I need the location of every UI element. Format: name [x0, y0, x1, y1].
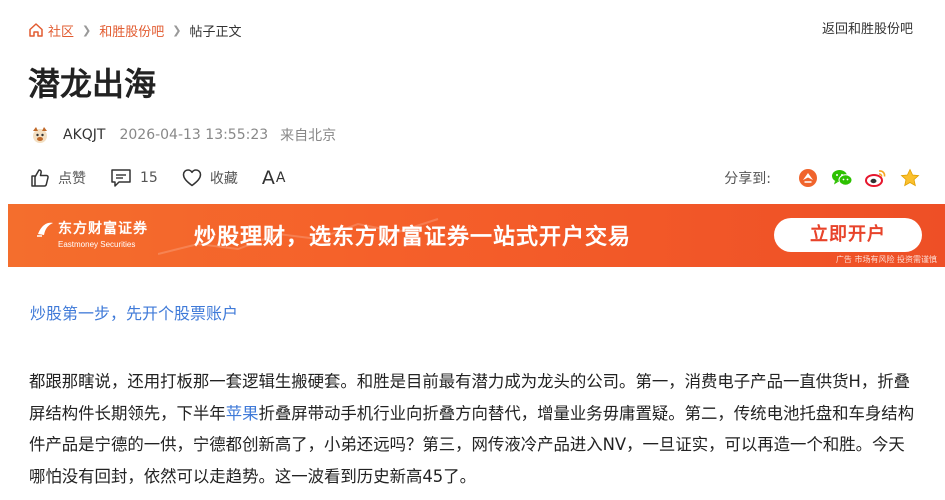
brand-logo: 东方财富证券 Eastmoney Securities [36, 218, 148, 249]
comment-button[interactable]: 15 [110, 168, 158, 188]
like-label: 点赞 [58, 171, 86, 187]
post-meta: AKQJT 2026-04-13 13:55:23 来自北京 [30, 124, 336, 146]
breadcrumb-forum-link[interactable]: 和胜股份吧 [99, 21, 164, 40]
home-icon[interactable] [28, 22, 44, 38]
star-icon [900, 168, 920, 187]
ad-banner[interactable]: 东方财富证券 Eastmoney Securities 炒股理财，选东方财富证券… [8, 204, 945, 267]
eastmoney-logo-icon [37, 222, 53, 237]
share-qzone-button[interactable] [899, 167, 921, 189]
post-title: 潜龙出海 [28, 65, 157, 103]
chevron-right-icon: ❯ [82, 23, 92, 37]
apple-stock-link[interactable]: 苹果 [226, 404, 259, 423]
post-time: 2026-04-13 13:55:23 [119, 127, 269, 143]
back-to-forum-link[interactable]: 返回和胜股份吧 [822, 20, 913, 40]
post-location: 来自北京 [280, 128, 337, 144]
open-account-link[interactable]: 炒股第一步，先开个股票账户 [30, 303, 238, 325]
banner-slogan: 炒股理财，选东方财富证券一站式开户交易 [194, 225, 632, 250]
comment-icon [111, 169, 131, 187]
font-large-icon: A [261, 167, 276, 189]
thumbs-up-icon [31, 169, 49, 187]
share-wechat-button[interactable] [831, 167, 853, 189]
share-weibo-button[interactable] [865, 167, 887, 189]
author-name[interactable]: AKQJT [63, 127, 105, 143]
comment-count: 15 [140, 170, 158, 186]
share-bar: 分享到: [724, 166, 921, 190]
chevron-right-icon: ❯ [172, 23, 182, 37]
post-content: 都跟那瞎说，还用打板那一套逻辑生搬硬套。和胜是目前最有潜力成为龙头的公司。第一，… [29, 366, 921, 492]
like-button[interactable]: 点赞 [30, 168, 86, 188]
font-size-toggle[interactable]: AA [262, 167, 287, 189]
avatar[interactable] [30, 125, 50, 145]
weibo-icon [865, 170, 886, 187]
share-guba-button[interactable] [797, 167, 819, 189]
post-actions: 点赞 15 收藏 AA [30, 166, 310, 190]
open-account-button[interactable]: 立即开户 [774, 218, 922, 252]
heart-icon [182, 169, 202, 187]
ad-disclaimer: 广告 市场有风险 投资需谨慎 [835, 255, 937, 264]
breadcrumb-current: 帖子正文 [189, 24, 242, 40]
guba-icon [799, 169, 817, 187]
share-label: 分享到: [724, 171, 771, 187]
brand-name-en: Eastmoney Securities [58, 240, 136, 249]
wechat-icon [832, 170, 853, 186]
favorite-button[interactable]: 收藏 [182, 168, 238, 188]
favorite-label: 收藏 [209, 171, 238, 187]
breadcrumb: 社区 ❯ 和胜股份吧 ❯ 帖子正文 [28, 20, 241, 40]
font-small-icon: A [275, 170, 287, 186]
breadcrumb-community-link[interactable]: 社区 [48, 21, 74, 40]
